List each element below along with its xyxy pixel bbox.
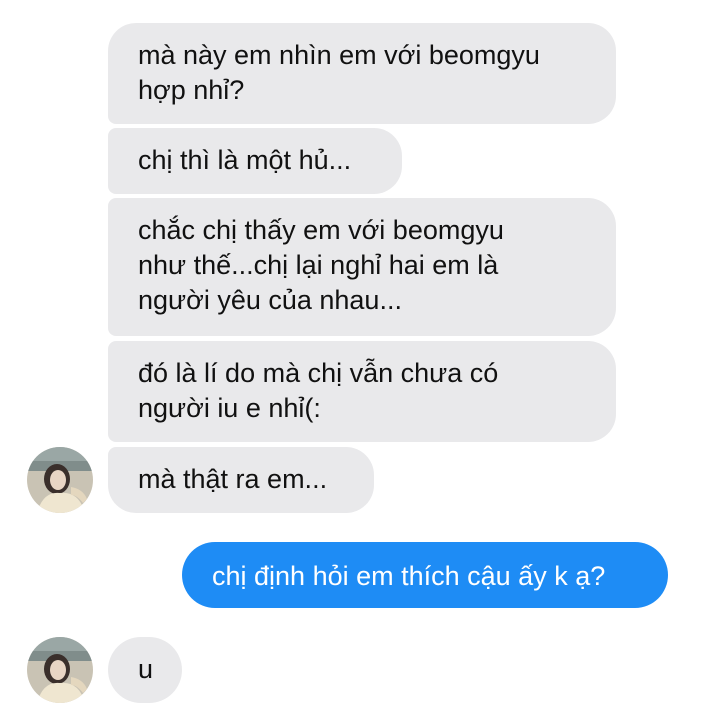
avatar-photo-icon <box>27 447 93 513</box>
chat-screen: { "conversation": { "messages": [ { "tex… <box>0 0 720 715</box>
message-bubble-incoming[interactable]: chị thì là một hủ... <box>108 128 402 194</box>
message-bubble-incoming[interactable]: mà thật ra em... <box>108 447 374 513</box>
contact-avatar[interactable] <box>27 447 93 513</box>
message-bubble-outgoing[interactable]: chị định hỏi em thích cậu ấy k ạ? <box>182 542 668 608</box>
message-bubble-incoming[interactable]: u <box>108 637 182 703</box>
message-bubble-incoming[interactable]: đó là lí do mà chị vẫn chưa có người iu … <box>108 341 616 442</box>
contact-avatar[interactable] <box>27 637 93 703</box>
avatar-photo-icon <box>27 637 93 703</box>
message-bubble-incoming[interactable]: chắc chị thấy em với beomgyu như thế...c… <box>108 198 616 336</box>
message-bubble-incoming[interactable]: mà này em nhìn em với beomgyu hợp nhỉ? <box>108 23 616 124</box>
